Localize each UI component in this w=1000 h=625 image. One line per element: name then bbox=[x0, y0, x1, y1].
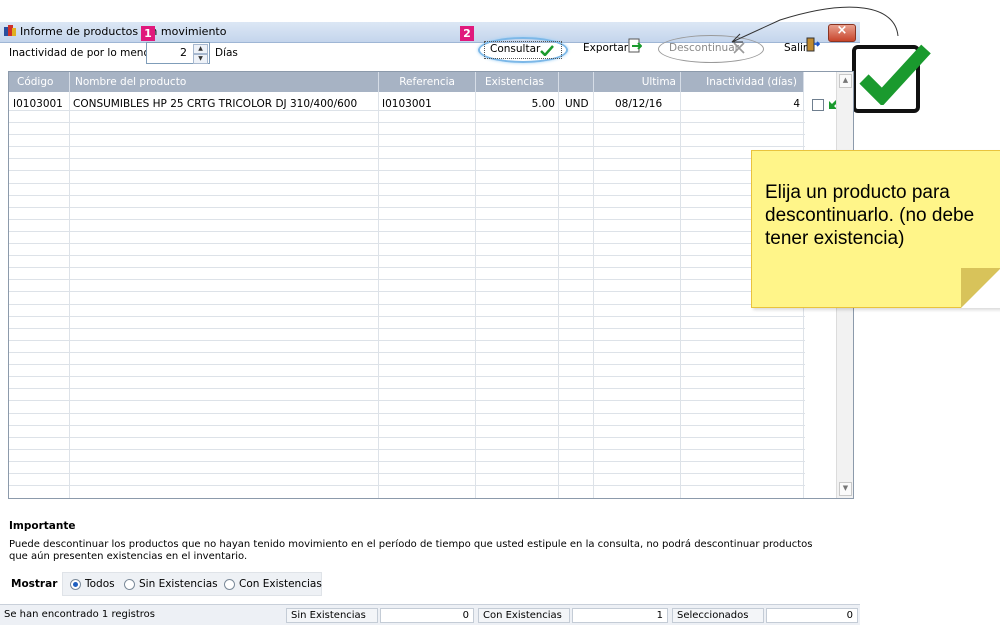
scroll-up-icon[interactable]: ▲ bbox=[839, 74, 852, 88]
row-line bbox=[9, 110, 805, 111]
cell-inactividad: 4 bbox=[793, 98, 800, 110]
cell-ultima: 08/12/16 bbox=[615, 98, 663, 110]
row-line bbox=[9, 485, 805, 486]
cell-referencia: I0103001 bbox=[382, 98, 432, 110]
window-title: Informe de productos sin movimiento bbox=[20, 25, 227, 38]
check-icon bbox=[540, 45, 554, 56]
row-line bbox=[9, 304, 805, 305]
row-line bbox=[9, 243, 805, 244]
row-line bbox=[9, 400, 805, 401]
status-sin-value: 0 bbox=[380, 608, 474, 623]
radio-sin-existencias[interactable] bbox=[124, 579, 135, 590]
inactivity-stepper[interactable]: 2 ▲ ▼ bbox=[146, 42, 210, 64]
col-referencia[interactable]: Referencia bbox=[379, 72, 476, 92]
status-con-value: 1 bbox=[572, 608, 668, 623]
row-line bbox=[9, 388, 805, 389]
row-line bbox=[9, 279, 805, 280]
row-line bbox=[9, 413, 805, 414]
big-check-icon bbox=[859, 44, 931, 105]
callout-note: Elija un producto para descontinuarlo. (… bbox=[751, 150, 1000, 308]
row-checkbox[interactable] bbox=[812, 99, 824, 111]
row-line bbox=[9, 158, 805, 159]
mostrar-filter: Todos Sin Existencias Con Existencias bbox=[62, 572, 322, 596]
col-inactividad[interactable]: Inactividad (días) bbox=[681, 72, 804, 92]
days-label: Días bbox=[215, 47, 238, 59]
row-line bbox=[9, 328, 805, 329]
cell-existencias: 5.00 bbox=[531, 98, 555, 110]
callout-text: Elija un producto para descontinuarlo. (… bbox=[765, 182, 975, 249]
row-line bbox=[9, 340, 805, 341]
row-line bbox=[9, 195, 805, 196]
row-line bbox=[9, 352, 805, 353]
status-found: Se han encontrado 1 registros bbox=[4, 609, 155, 620]
radio-todos[interactable] bbox=[70, 579, 81, 590]
status-bar: Se han encontrado 1 registros Sin Existe… bbox=[0, 604, 860, 625]
radio-todos-label[interactable]: Todos bbox=[85, 578, 115, 590]
row-line bbox=[9, 473, 805, 474]
row-line bbox=[9, 291, 805, 292]
col-nombre[interactable]: Nombre del producto bbox=[70, 72, 379, 92]
stepper-up-icon[interactable]: ▲ bbox=[193, 44, 208, 54]
step-badge-2: 2 bbox=[460, 26, 474, 41]
importante-text: Puede descontinuar los productos que no … bbox=[9, 539, 813, 562]
cell-unidad: UND bbox=[565, 98, 589, 110]
row-line bbox=[9, 364, 805, 365]
inactivity-label: Inactividad de por lo menos bbox=[9, 47, 156, 59]
status-sin-label: Sin Existencias bbox=[286, 608, 378, 623]
row-line bbox=[9, 316, 805, 317]
row-line bbox=[9, 437, 805, 438]
mostrar-label: Mostrar bbox=[11, 578, 58, 590]
radio-con-existencias[interactable] bbox=[224, 579, 235, 590]
export-icon[interactable] bbox=[628, 38, 642, 54]
row-line bbox=[9, 134, 805, 135]
row-line bbox=[9, 183, 805, 184]
consultar-label: Consultar bbox=[490, 43, 541, 55]
cell-nombre: CONSUMIBLES HP 25 CRTG TRICOLOR DJ 310/4… bbox=[73, 98, 358, 110]
col-unidad[interactable] bbox=[559, 72, 594, 92]
table-header: Código Nombre del producto Referencia Ex… bbox=[9, 72, 804, 108]
cell-codigo: I0103001 bbox=[13, 98, 63, 110]
row-line bbox=[9, 461, 805, 462]
inactivity-value[interactable]: 2 bbox=[180, 46, 187, 59]
importante-title: Importante bbox=[9, 520, 76, 532]
row-line bbox=[9, 376, 805, 377]
big-check-annotation bbox=[852, 44, 931, 113]
row-line bbox=[9, 231, 805, 232]
exportar-button[interactable]: Exportar bbox=[583, 42, 628, 54]
row-line bbox=[9, 449, 805, 450]
consultar-button[interactable]: Consultar bbox=[478, 37, 568, 63]
row-line bbox=[9, 267, 805, 268]
col-ultima[interactable]: Ultima actividad bbox=[594, 72, 681, 108]
step-badge-1: 1 bbox=[141, 26, 155, 41]
radio-con-label[interactable]: Con Existencias bbox=[239, 578, 322, 590]
products-table[interactable]: Código Nombre del producto Referencia Ex… bbox=[8, 71, 854, 499]
col-codigo[interactable]: Código bbox=[9, 72, 70, 92]
col-existencias[interactable]: Existencias bbox=[476, 72, 559, 92]
note-fold bbox=[961, 268, 1000, 308]
status-con-label: Con Existencias bbox=[478, 608, 570, 623]
row-line bbox=[9, 122, 805, 123]
row-line bbox=[9, 255, 805, 256]
row-line bbox=[9, 425, 805, 426]
stepper-down-icon[interactable]: ▼ bbox=[193, 54, 208, 64]
status-sel-value: 0 bbox=[766, 608, 858, 623]
row-line bbox=[9, 207, 805, 208]
radio-sin-label[interactable]: Sin Existencias bbox=[139, 578, 218, 590]
row-line bbox=[9, 170, 805, 171]
app-icon bbox=[4, 25, 16, 36]
row-line bbox=[9, 146, 805, 147]
status-sel-label: Seleccionados bbox=[672, 608, 764, 623]
scroll-down-icon[interactable]: ▼ bbox=[839, 482, 852, 496]
row-line bbox=[9, 219, 805, 220]
